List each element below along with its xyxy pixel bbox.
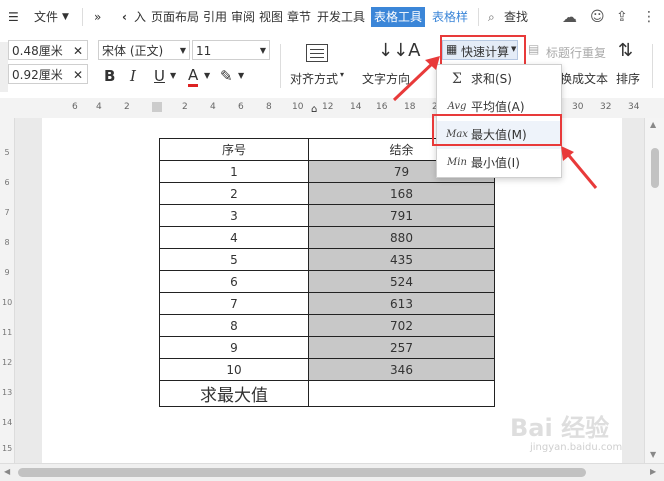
arrow-to-max [561, 146, 598, 189]
watermark-url: jingyan.baidu.com [530, 442, 623, 453]
arrow-to-quick-calc [392, 56, 440, 102]
watermark: Bai 经验 [510, 414, 610, 442]
